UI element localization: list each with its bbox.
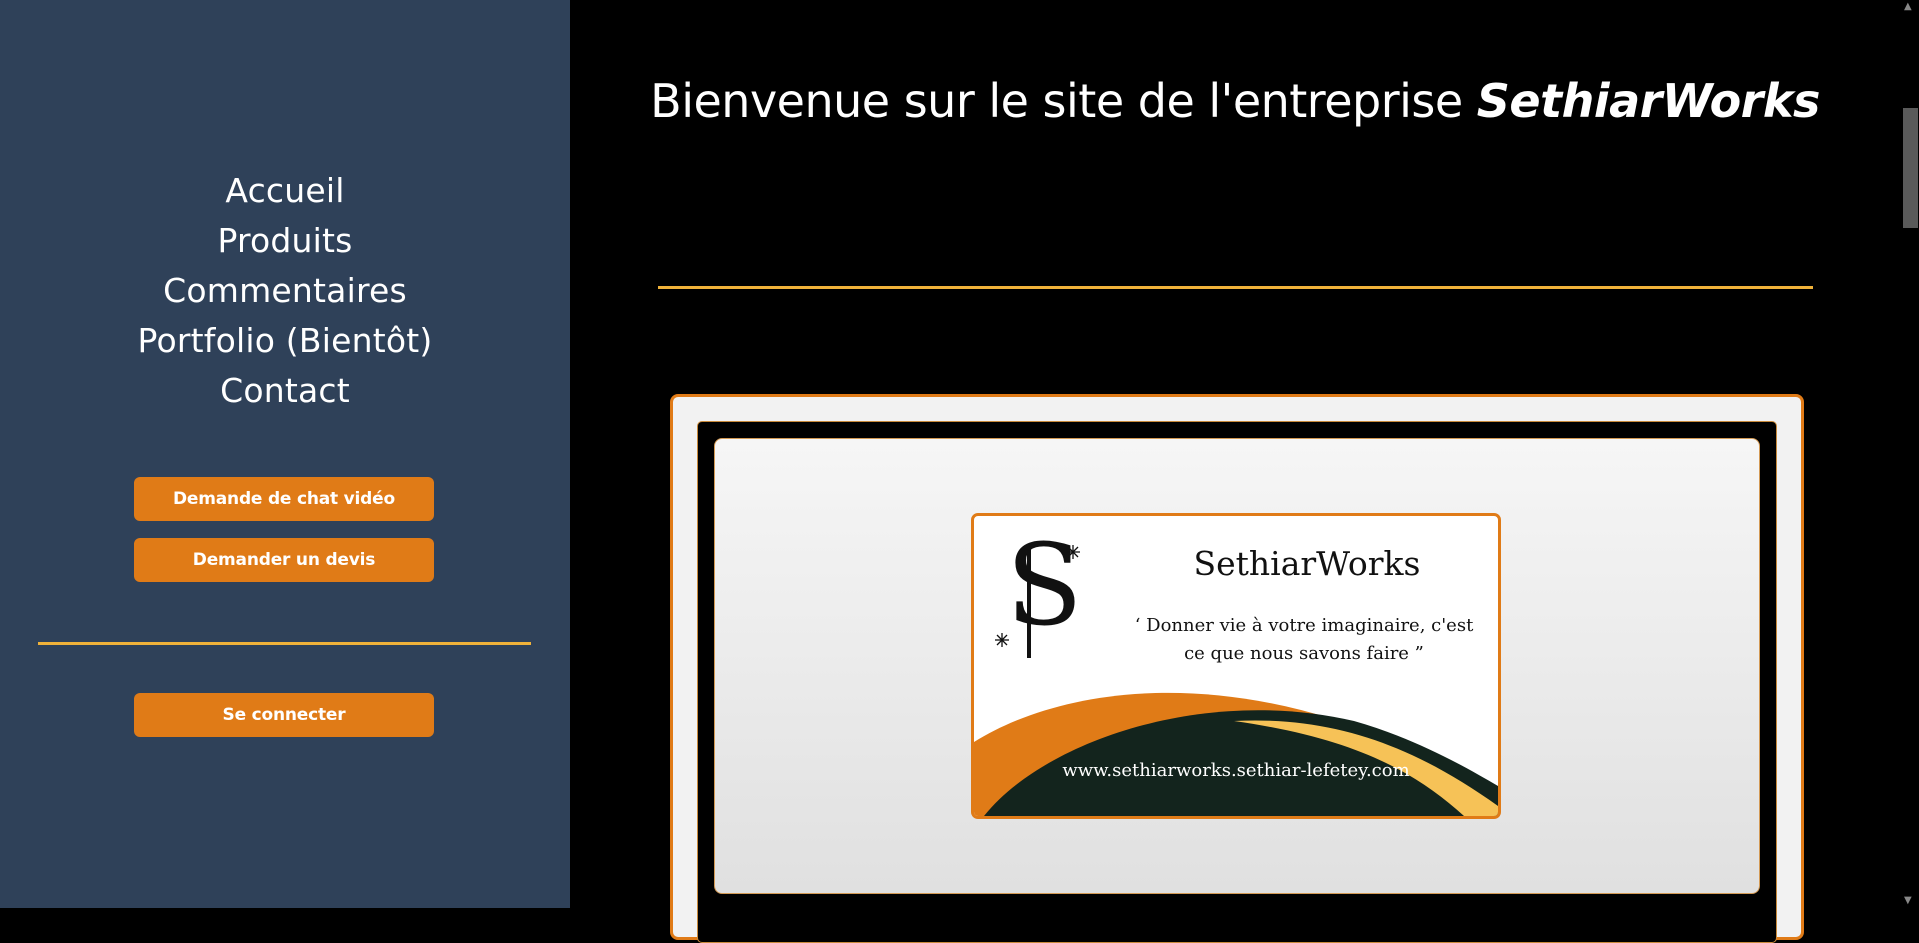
- showcase-frame: S SethiarWorks ‘ Donner vie à votre imag…: [670, 394, 1804, 943]
- scroll-down-icon[interactable]: ▼: [1904, 896, 1912, 906]
- scrollbar-thumb[interactable]: [1903, 108, 1918, 228]
- card-tagline: ‘ Donner vie à votre imaginaire, c'est c…: [1114, 612, 1494, 668]
- card-website-url: www.sethiarworks.sethiar-lefetey.com: [1062, 760, 1410, 781]
- video-chat-button[interactable]: Demande de chat vidéo: [134, 477, 434, 521]
- sidebar-divider: [38, 642, 531, 645]
- nav-link-produits[interactable]: Produits: [0, 216, 570, 266]
- card-tagline-line1: ‘ Donner vie à votre imaginaire, c'est: [1134, 615, 1474, 636]
- showcase-inner-frame: S SethiarWorks ‘ Donner vie à votre imag…: [697, 421, 1777, 943]
- page-title-brand: SethiarWorks: [1476, 74, 1821, 128]
- nav-link-portfolio[interactable]: Portfolio (Bientôt): [0, 316, 570, 366]
- login-button[interactable]: Se connecter: [134, 693, 434, 737]
- main-divider: [658, 286, 1813, 289]
- business-card-image: S SethiarWorks ‘ Donner vie à votre imag…: [971, 513, 1501, 819]
- nav-link-commentaires[interactable]: Commentaires: [0, 266, 570, 316]
- nav-link-contact[interactable]: Contact: [0, 366, 570, 416]
- page-title-text: Bienvenue sur le site de l'entreprise: [650, 74, 1477, 128]
- scroll-up-icon[interactable]: ▲: [1904, 2, 1912, 12]
- page-title: Bienvenue sur le site de l'entreprise Se…: [570, 74, 1900, 128]
- showcase-panel: S SethiarWorks ‘ Donner vie à votre imag…: [714, 438, 1760, 894]
- main-content: Bienvenue sur le site de l'entreprise Se…: [570, 0, 1900, 943]
- main-nav: Accueil Produits Commentaires Portfolio …: [0, 166, 570, 416]
- quote-button[interactable]: Demander un devis: [134, 538, 434, 582]
- card-company-name: SethiarWorks: [1193, 544, 1421, 583]
- card-tagline-line2: ce que nous savons faire ”: [1184, 643, 1424, 664]
- sidebar: Accueil Produits Commentaires Portfolio …: [0, 0, 570, 908]
- page-scrollbar[interactable]: ▲ ▼: [1900, 0, 1919, 908]
- nav-link-accueil[interactable]: Accueil: [0, 166, 570, 216]
